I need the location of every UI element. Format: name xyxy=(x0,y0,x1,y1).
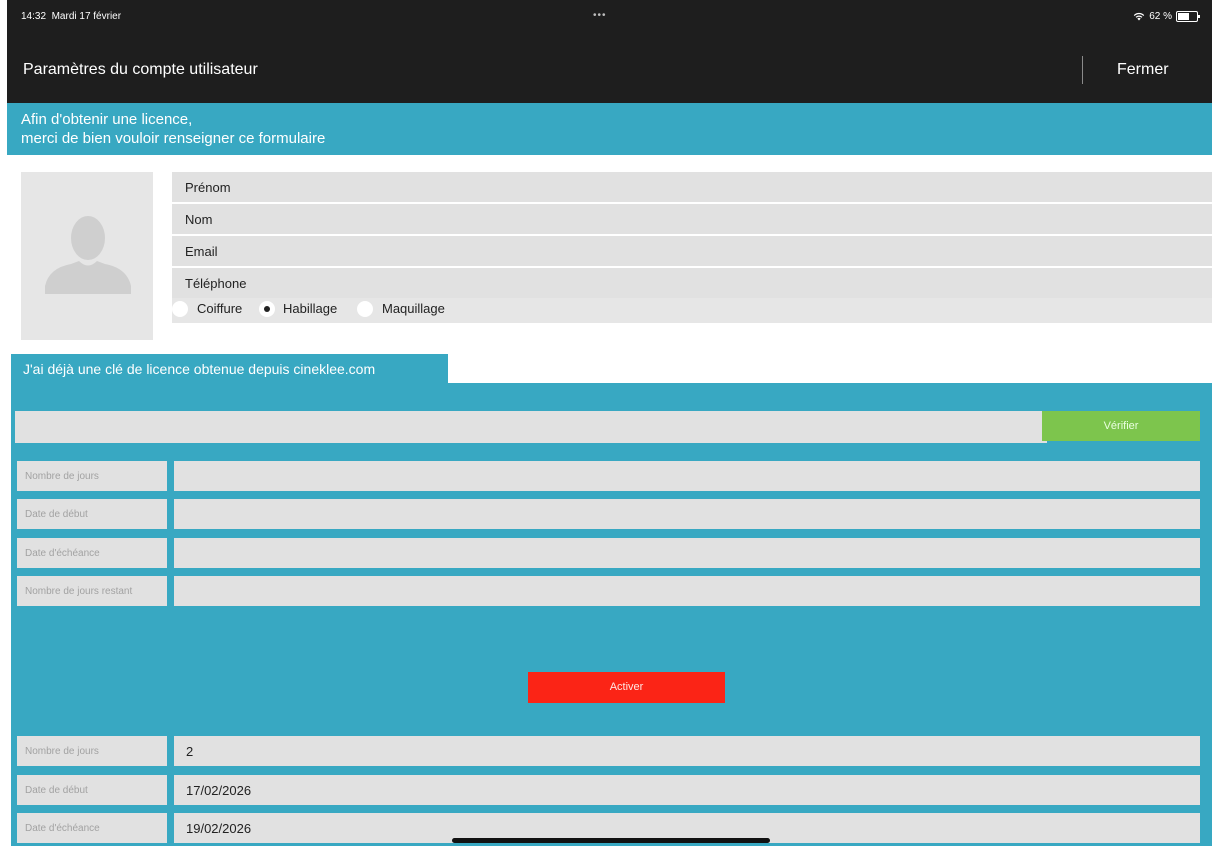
check-label-end-date: Date d'échéance xyxy=(17,538,167,568)
first-name-field[interactable]: Prénom xyxy=(172,172,1212,202)
activate-button[interactable]: Activer xyxy=(528,672,725,703)
current-value-end-date-text: 19/02/2026 xyxy=(186,821,252,836)
app-frame: 14:32 Mardi 17 février ••• 62 % Paramètr… xyxy=(7,0,1212,846)
status-right: 62 % xyxy=(1133,11,1200,22)
home-indicator[interactable] xyxy=(452,838,770,843)
status-date: Mardi 17 février xyxy=(51,11,122,22)
phone-label: Téléphone xyxy=(185,276,247,291)
check-label-days-text: Nombre de jours xyxy=(25,471,99,482)
current-value-start-date-text: 17/02/2026 xyxy=(186,783,252,798)
check-value-days xyxy=(174,461,1200,491)
check-label-remaining: Nombre de jours restant xyxy=(17,576,167,606)
email-label: Email xyxy=(185,244,218,259)
last-name-label: Nom xyxy=(185,212,213,227)
radio-maquillage[interactable] xyxy=(357,301,373,317)
role-label-coiffure: Coiffure xyxy=(197,301,243,316)
status-time: 14:32 xyxy=(21,11,47,22)
check-label-start-date-text: Date de début xyxy=(25,509,88,520)
check-label-start-date: Date de début xyxy=(17,499,167,529)
close-button[interactable]: Fermer xyxy=(1117,61,1169,79)
page-title: Paramètres du compte utilisateur xyxy=(23,61,258,78)
tab-existing-license-label: J'ai déjà une clé de licence obtenue dep… xyxy=(23,361,376,377)
check-label-remaining-text: Nombre de jours restant xyxy=(25,586,133,597)
battery-icon xyxy=(1176,11,1200,22)
first-name-label: Prénom xyxy=(185,180,231,195)
current-label-start-date-text: Date de début xyxy=(25,785,88,796)
tab-existing-license[interactable]: J'ai déjà une clé de licence obtenue dep… xyxy=(11,354,448,384)
check-value-end-date xyxy=(174,538,1200,568)
current-value-days-text: 2 xyxy=(186,744,194,759)
current-value-days: 2 xyxy=(174,736,1200,766)
battery-percent: 62 % xyxy=(1149,11,1172,22)
role-label-maquillage: Maquillage xyxy=(382,301,445,316)
license-panel: Vérifier Nombre de jours Date de début D… xyxy=(11,383,1212,846)
verify-button[interactable]: Vérifier xyxy=(1042,411,1200,441)
role-label-habillage: Habillage xyxy=(283,301,338,316)
multitasking-dots[interactable]: ••• xyxy=(593,10,607,21)
current-value-start-date: 17/02/2026 xyxy=(174,775,1200,805)
radio-coiffure[interactable] xyxy=(172,301,188,317)
current-label-end-date-text: Date d'échéance xyxy=(25,823,100,834)
check-label-end-date-text: Date d'échéance xyxy=(25,548,100,559)
user-silhouette-icon xyxy=(45,216,131,294)
current-label-days: Nombre de jours xyxy=(17,736,167,766)
check-value-remaining xyxy=(174,576,1200,606)
current-label-start-date: Date de début xyxy=(17,775,167,805)
wifi-icon xyxy=(1134,12,1145,21)
current-label-days-text: Nombre de jours xyxy=(25,746,99,757)
license-key-input[interactable] xyxy=(15,411,1047,443)
check-label-days: Nombre de jours xyxy=(17,461,167,491)
status-bar: 14:32 Mardi 17 février ••• 62 % xyxy=(7,0,1212,38)
info-banner: Afin d'obtenir une licence, merci de bie… xyxy=(7,103,1212,155)
phone-field[interactable]: Téléphone xyxy=(172,268,1212,298)
role-selector: Coiffure Habillage Maquillage xyxy=(172,298,1212,323)
banner-line-2: merci de bien vouloir renseigner ce form… xyxy=(21,130,326,147)
avatar-placeholder[interactable] xyxy=(21,172,153,340)
header-divider xyxy=(1082,56,1083,84)
banner-line-1: Afin d'obtenir une licence, xyxy=(21,111,193,128)
top-bar: Paramètres du compte utilisateur Fermer xyxy=(7,38,1212,103)
radio-habillage[interactable] xyxy=(259,301,275,317)
email-field[interactable]: Email xyxy=(172,236,1212,266)
status-time-date: 14:32 Mardi 17 février xyxy=(21,11,121,22)
check-value-start-date xyxy=(174,499,1200,529)
last-name-field[interactable]: Nom xyxy=(172,204,1212,234)
current-label-end-date: Date d'échéance xyxy=(17,813,167,843)
